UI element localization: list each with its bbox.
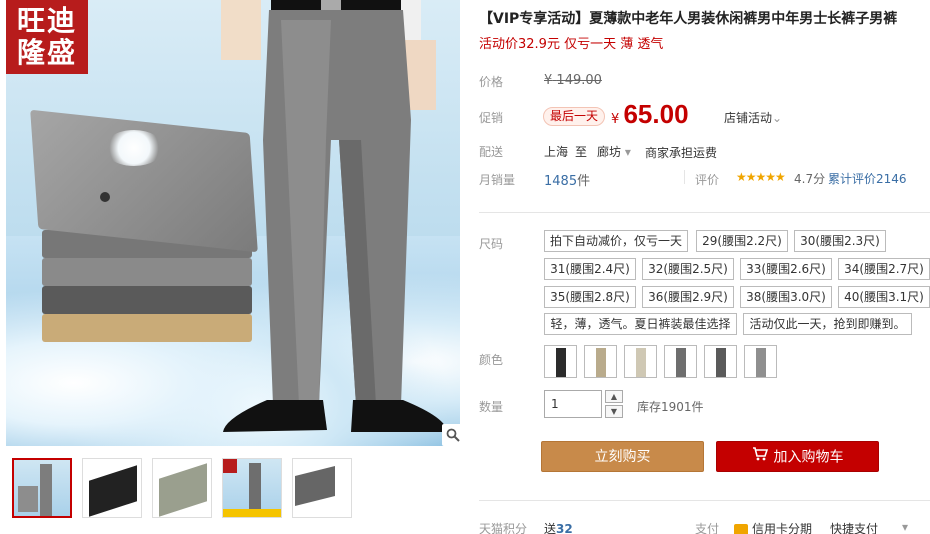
- monthly-sales: 1485件: [544, 174, 591, 189]
- size-option[interactable]: 31(腰围2.4尺): [544, 258, 636, 280]
- brand-logo: 旺迪 隆盛: [6, 0, 88, 74]
- rating-label: 评价: [695, 173, 720, 187]
- quick-pay[interactable]: 快捷支付: [830, 520, 878, 534]
- more-caret-icon[interactable]: ▾: [902, 520, 908, 534]
- thumbnail-2[interactable]: [82, 458, 142, 518]
- size-option[interactable]: 35(腰围2.8尺): [544, 286, 636, 308]
- color-swatch[interactable]: [584, 345, 617, 378]
- caret-down-icon: ▾: [624, 145, 631, 159]
- current-price: ¥ 65.00: [611, 99, 689, 129]
- size-option[interactable]: 29(腰围2.2尺): [696, 230, 788, 252]
- thumbnail-4[interactable]: [222, 458, 282, 518]
- size-option[interactable]: 轻，薄，透气。夏日裤装最佳选择: [544, 313, 737, 335]
- credit-installment[interactable]: 信用卡分期: [734, 520, 812, 534]
- product-page: 旺迪 隆盛 【VIP专享活动】夏薄款中老年人男装休闲裤男中年男士长裤子男裤 活动…: [0, 0, 930, 534]
- shop-activity-dropdown[interactable]: 店铺活动⌄: [724, 109, 782, 126]
- points-label: 天猫积分: [479, 522, 528, 534]
- sales-label: 月销量: [479, 173, 516, 187]
- size-option[interactable]: 38(腰围3.0尺): [740, 286, 832, 308]
- color-label: 颜色: [479, 353, 504, 367]
- quantity-input[interactable]: 1: [544, 390, 602, 418]
- thumbnail-strip: [12, 458, 352, 518]
- size-option[interactable]: 40(腰围3.1尺): [838, 286, 930, 308]
- product-title: 【VIP专享活动】夏薄款中老年人男装休闲裤男中年男士长裤子男裤: [479, 11, 898, 27]
- ship-destination-select[interactable]: 廊坊 ▾: [597, 143, 631, 160]
- promo-label: 促销: [479, 111, 504, 125]
- model-trousers-image: [221, 0, 447, 432]
- chevron-down-icon: ⌄: [772, 111, 783, 125]
- ship-to-word: 至: [575, 145, 588, 159]
- add-to-cart-button[interactable]: 加入购物车: [716, 441, 879, 472]
- ship-from: 上海: [544, 145, 569, 159]
- quantity-increase-button[interactable]: ▲: [605, 390, 623, 403]
- product-subtitle: 活动价32.9元 仅亏一天 薄 透气: [479, 37, 664, 52]
- price-label: 价格: [479, 75, 504, 89]
- quantity-label: 数量: [479, 400, 504, 414]
- rating-score: 4.7分: [794, 172, 826, 186]
- cart-icon: [752, 442, 768, 473]
- thumbnail-3[interactable]: [152, 458, 212, 518]
- divider: [479, 500, 930, 501]
- stock-text: 库存1901件: [637, 400, 704, 414]
- review-count-link[interactable]: 累计评价2146: [828, 170, 907, 187]
- size-option[interactable]: 30(腰围2.3尺): [794, 230, 886, 252]
- size-option[interactable]: 32(腰围2.5尺): [642, 258, 734, 280]
- size-label: 尺码: [479, 237, 504, 251]
- thumbnail-1[interactable]: [12, 458, 72, 518]
- shipping-fee: 商家承担运费: [645, 146, 718, 160]
- color-swatch[interactable]: [624, 345, 657, 378]
- thumbnail-5[interactable]: [292, 458, 352, 518]
- zoom-icon[interactable]: [442, 424, 460, 446]
- original-price: ¥ 149.00: [544, 73, 602, 88]
- color-swatch[interactable]: [544, 345, 577, 378]
- size-option[interactable]: 34(腰围2.7尺): [838, 258, 930, 280]
- color-swatch[interactable]: [664, 345, 697, 378]
- color-swatch[interactable]: [744, 345, 777, 378]
- buy-now-button[interactable]: 立刻购买: [541, 441, 704, 472]
- promo-badge: 最后一天: [543, 107, 606, 126]
- rating-stars-icon: ★★★★★: [736, 170, 786, 184]
- credit-card-icon: [734, 523, 748, 534]
- size-option[interactable]: 活动仅此一天，抢到即赚到。: [743, 313, 912, 335]
- color-swatch[interactable]: [704, 345, 737, 378]
- size-option[interactable]: 33(腰围2.6尺): [740, 258, 832, 280]
- points-value: 送32: [544, 522, 573, 534]
- size-option[interactable]: 拍下自动减价，仅亏一天: [544, 230, 688, 252]
- size-option[interactable]: 36(腰围2.9尺): [642, 286, 734, 308]
- shipping-label: 配送: [479, 145, 504, 159]
- divider: [479, 212, 930, 213]
- quantity-decrease-button[interactable]: ▼: [605, 405, 623, 418]
- pay-label: 支付: [695, 522, 720, 534]
- divider: [684, 170, 685, 184]
